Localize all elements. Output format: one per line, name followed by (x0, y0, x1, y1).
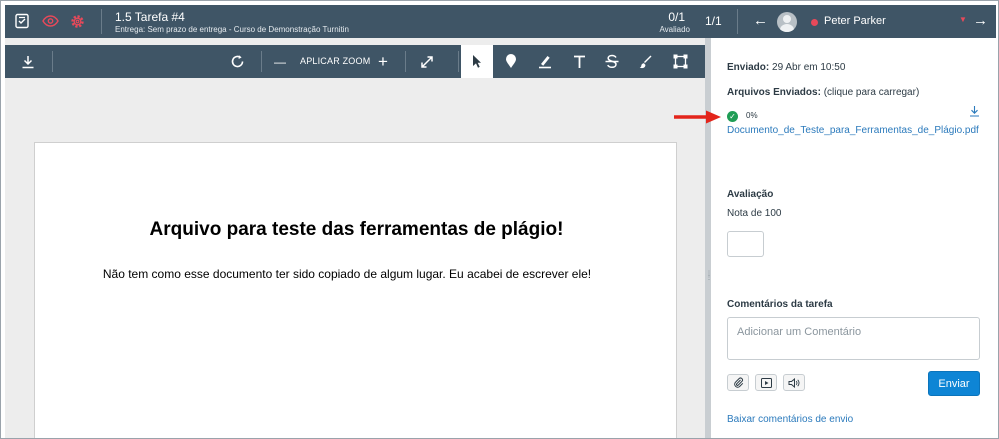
score-value: 0/1 (668, 10, 685, 24)
header-divider (737, 9, 738, 34)
document-page[interactable]: Arquivo para teste das ferramentas de pl… (34, 142, 677, 438)
toolbar-divider (405, 51, 406, 72)
highlight-icon[interactable] (529, 45, 561, 78)
submitted-file-link[interactable]: Documento_de_Teste_para_Ferramentas_de_P… (727, 125, 979, 136)
submitted-label: Enviado: (727, 62, 770, 73)
toolbar-divider (261, 51, 262, 72)
previous-student-arrow-icon[interactable]: ← (753, 12, 768, 30)
text-icon[interactable] (563, 45, 595, 78)
submission-count: 1/1 (705, 14, 722, 28)
expand-icon[interactable] (411, 45, 443, 78)
grading-panel: Enviado: 29 Abr em 10:50 Arquivos Enviad… (711, 38, 996, 438)
zoom-label[interactable]: APLICAR ZOOM (300, 56, 370, 66)
submitted-files-hint: (clique para carregar) (823, 87, 920, 98)
document-title: Arquivo para teste das ferramentas de pl… (149, 219, 564, 240)
gradebook-icon[interactable] (12, 11, 32, 31)
check-circle-icon: ✓ (727, 111, 738, 122)
drag-grip-icon[interactable]: ⋮ ⋮ (706, 271, 712, 288)
document-body-text: Não tem como esse documento ter sido cop… (102, 267, 592, 281)
strikethrough-icon[interactable] (596, 45, 628, 78)
submitted-files-label: Arquivos Enviados: (727, 87, 821, 98)
media-icon[interactable] (755, 374, 777, 391)
submitted-date: 29 Abr em 10:50 (772, 62, 846, 73)
grade-heading: Avaliação (727, 189, 774, 200)
gear-icon[interactable] (67, 11, 87, 31)
student-name[interactable]: Peter Parker (824, 15, 886, 27)
speaker-icon[interactable] (783, 374, 805, 391)
zoom-in-button[interactable]: + (367, 45, 399, 78)
red-arrow-annotation (674, 110, 721, 124)
document-viewer: — APLICAR ZOOM + Arquivo para teste das … (5, 38, 705, 438)
grade-out-of: Nota de 100 (727, 208, 782, 219)
speedgrader-window: 1.5 Tarefa #4 Entrega: Sem prazo de entr… (0, 0, 999, 439)
rotate-icon[interactable] (221, 45, 253, 78)
chevron-down-icon[interactable]: ▼ (959, 15, 967, 24)
score-label: Avaliado (659, 25, 690, 34)
status-dot (811, 19, 818, 26)
assignment-subtitle: Entrega: Sem prazo de entrega - Curso de… (115, 25, 349, 34)
download-comments-link[interactable]: Baixar comentários de envio (727, 414, 853, 425)
pointer-icon[interactable] (461, 45, 493, 78)
zoom-out-button[interactable]: — (265, 45, 295, 78)
paperclip-icon[interactable] (727, 374, 749, 391)
download-icon[interactable] (969, 105, 980, 120)
send-comment-button[interactable]: Enviar (928, 371, 980, 396)
assignment-title[interactable]: 1.5 Tarefa #4 (115, 10, 185, 24)
grade-input[interactable] (727, 231, 764, 257)
next-student-arrow-icon[interactable]: → (973, 12, 988, 30)
submitted-files-row: Arquivos Enviados: (clique para carregar… (727, 87, 919, 98)
eye-icon[interactable] (40, 11, 60, 31)
toolbar-divider (458, 51, 459, 72)
pin-icon[interactable] (495, 45, 527, 78)
avatar (777, 12, 797, 32)
header-divider (101, 9, 102, 34)
toolbar-divider (52, 51, 53, 72)
annotation-toolbar: — APLICAR ZOOM + (5, 45, 705, 78)
comment-textarea[interactable] (727, 317, 980, 360)
brush-icon[interactable] (630, 45, 662, 78)
similarity-score[interactable]: 0% (746, 111, 758, 120)
comments-heading: Comentários da tarefa (727, 299, 833, 310)
area-icon[interactable] (664, 45, 696, 78)
download-icon[interactable] (12, 45, 44, 78)
header-bar: 1.5 Tarefa #4 Entrega: Sem prazo de entr… (5, 5, 996, 38)
submitted-row: Enviado: 29 Abr em 10:50 (727, 62, 845, 73)
